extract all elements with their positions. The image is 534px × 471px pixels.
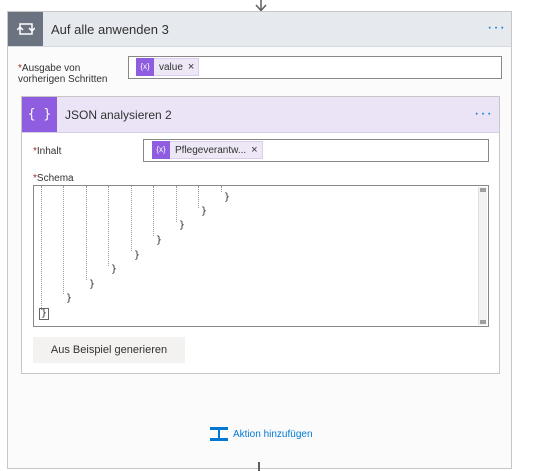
parse-json-card: { } JSON analysieren 2 ··· *Inhalt {x} P… xyxy=(21,96,500,374)
indent-guide xyxy=(198,186,199,208)
add-action-icon xyxy=(210,427,228,441)
expression-icon: {x} xyxy=(152,140,170,159)
closing-brace: } xyxy=(134,250,141,261)
expression-icon: {x} xyxy=(136,57,154,76)
schema-scrollbar[interactable] xyxy=(478,187,487,325)
indent-guide xyxy=(86,186,87,280)
indent-guide xyxy=(108,186,109,266)
content-token[interactable]: {x} Pflegeverantw... × xyxy=(152,140,263,159)
closing-brace: } xyxy=(179,220,186,231)
remove-token-icon[interactable]: × xyxy=(188,61,198,73)
previous-output-label-text: Ausgabe von vorherigen Schritten xyxy=(18,63,108,85)
generate-from-sample-button[interactable]: Aus Beispiel generieren xyxy=(33,337,185,363)
closing-brace: } xyxy=(38,308,50,320)
connector-line xyxy=(258,462,260,471)
previous-output-label: *Ausgabe von vorherigen Schritten xyxy=(18,63,118,85)
closing-brace: } xyxy=(224,192,231,203)
indent-guide xyxy=(176,186,177,222)
schema-label: *Schema xyxy=(33,173,74,184)
closing-brace: } xyxy=(201,206,208,217)
parse-json-title: JSON analysieren 2 xyxy=(65,108,172,122)
content-label: *Inhalt xyxy=(33,146,62,157)
value-token[interactable]: {x} value × xyxy=(136,57,200,76)
scrollbar-bottom-cap xyxy=(480,320,486,324)
closing-brace: } xyxy=(111,264,118,275)
content-token-label: Pflegeverantw... xyxy=(175,144,247,156)
loop-icon xyxy=(8,12,43,46)
apply-to-each-header[interactable]: Auf alle anwenden 3 ··· xyxy=(8,12,511,47)
closing-brace: } xyxy=(66,293,73,304)
value-token-label: value xyxy=(159,61,183,73)
scrollbar-top-cap xyxy=(480,188,486,192)
indent-guide xyxy=(131,186,132,251)
add-action-button[interactable]: Aktion hinzufügen xyxy=(210,426,313,442)
apply-to-each-title: Auf alle anwenden 3 xyxy=(51,22,169,37)
indent-guide xyxy=(153,186,154,236)
closing-brace: } xyxy=(89,279,96,290)
json-more-menu-icon[interactable]: ··· xyxy=(474,106,493,122)
closing-brace: } xyxy=(156,235,163,246)
indent-guide xyxy=(41,186,42,310)
apply-to-each-card: Auf alle anwenden 3 ··· *Ausgabe von vor… xyxy=(7,11,512,469)
content-input[interactable]: {x} Pflegeverantw... × xyxy=(143,139,489,162)
remove-token-icon[interactable]: × xyxy=(251,144,261,156)
loop-more-menu-icon[interactable]: ··· xyxy=(487,20,506,36)
add-action-label: Aktion hinzufügen xyxy=(233,428,313,440)
schema-editor[interactable]: } } } } } } } } } xyxy=(33,185,489,327)
indent-guide xyxy=(63,186,64,294)
parse-json-header[interactable]: { } JSON analysieren 2 ··· xyxy=(22,97,499,133)
json-braces-icon: { } xyxy=(22,97,57,132)
previous-output-input[interactable]: {x} value × xyxy=(128,56,502,79)
indent-guide xyxy=(221,186,222,192)
